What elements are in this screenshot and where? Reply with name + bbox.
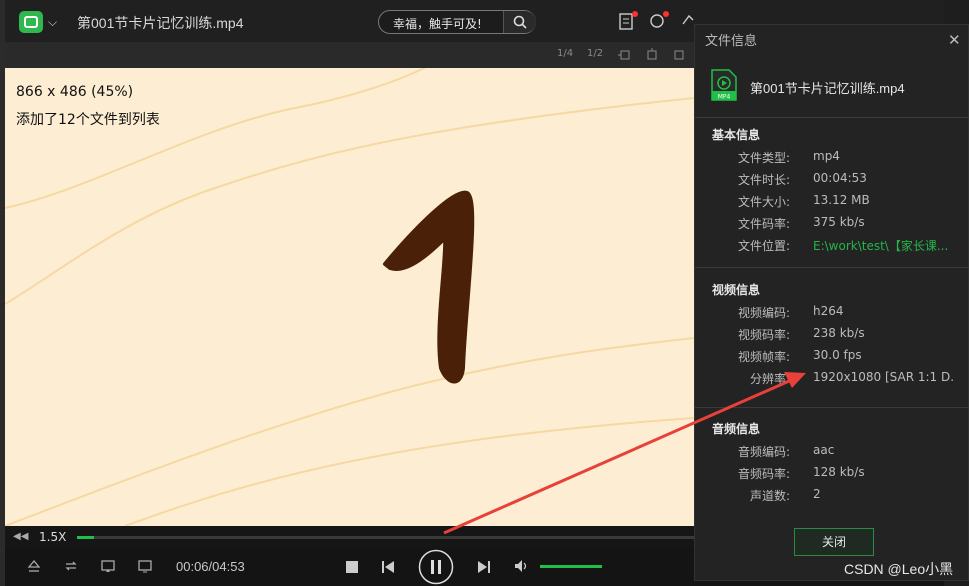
info-row-audio-bitrate: 音频码率: 128 kb/s — [695, 465, 969, 485]
next-icon[interactable] — [477, 560, 491, 574]
info-row-video-bitrate: 视频码率: 238 kb/s — [695, 326, 969, 346]
info-label: 视频编码: — [737, 306, 790, 320]
search-button[interactable] — [503, 11, 536, 33]
pause-icon[interactable] — [418, 549, 454, 585]
info-label: 文件大小: — [737, 195, 790, 209]
rewind-icon[interactable]: ◀◀ — [13, 531, 28, 542]
video-file-icon: MP4 — [711, 69, 737, 101]
info-value: 128 kb/s — [813, 465, 865, 479]
info-label: 文件码率: — [737, 217, 790, 231]
info-row-audio-codec: 音频编码: aac — [695, 443, 969, 463]
app-logo-icon[interactable] — [19, 11, 43, 33]
crop-icon[interactable] — [618, 48, 632, 62]
basic-info-title: 基本信息 — [712, 128, 761, 142]
info-row-location: 文件位置: E:\work\test\【家长课... — [695, 237, 969, 257]
info-row-frame-rate: 视频帧率: 30.0 fps — [695, 348, 969, 368]
info-value: 375 kb/s — [813, 215, 865, 229]
video-info-title: 视频信息 — [712, 283, 761, 297]
info-row-duration: 文件时长: 00:04:53 — [695, 171, 969, 191]
scale-quarter[interactable]: 1/4 — [557, 48, 573, 59]
divider — [695, 117, 969, 118]
osd-message: 添加了12个文件到列表 — [16, 112, 160, 128]
info-label: 视频帧率: — [737, 350, 790, 364]
menu-caret-icon[interactable]: ⌵ — [48, 15, 57, 30]
file-name: 第001节卡片记忆训练.mp4 — [750, 81, 905, 96]
search-icon — [513, 15, 527, 29]
loop-icon[interactable] — [64, 559, 78, 573]
file-location-link[interactable]: E:\work\test\【家长课... — [813, 237, 953, 254]
cast-icon[interactable] — [101, 559, 115, 573]
panel-header: 文件信息 ✕ — [695, 25, 969, 53]
playlist-icon[interactable] — [619, 12, 633, 30]
progress-fill — [77, 536, 95, 539]
info-value: aac — [813, 443, 835, 457]
info-label: 视频码率: — [737, 328, 790, 342]
video-toolbar: 1/4 1/2 — [5, 42, 694, 68]
info-label: 文件位置: — [737, 239, 790, 253]
close-icon[interactable]: ✕ — [948, 31, 961, 49]
speed-label[interactable]: 1.5X — [39, 530, 66, 544]
info-label: 文件类型: — [737, 151, 790, 165]
svg-text:MP4: MP4 — [718, 94, 731, 101]
osd-resolution: 866 x 486 (45%) — [16, 84, 134, 100]
info-label: 音频码率: — [737, 467, 790, 481]
info-value: 2 — [813, 487, 821, 501]
info-row-video-codec: 视频编码: h264 — [695, 304, 969, 324]
info-value: h264 — [813, 304, 844, 318]
eject-icon[interactable] — [27, 559, 41, 573]
stop-icon[interactable] — [345, 560, 359, 574]
previous-icon[interactable] — [381, 560, 395, 574]
info-value: 238 kb/s — [813, 326, 865, 340]
info-value: 30.0 fps — [813, 348, 862, 362]
info-label: 声道数: — [749, 489, 790, 503]
link-icon[interactable] — [681, 12, 695, 30]
info-value: 00:04:53 — [813, 171, 867, 185]
search-input[interactable]: 幸福，触手可及! — [393, 15, 482, 32]
info-row-size: 文件大小: 13.12 MB — [695, 193, 969, 213]
time-display: 00:06/04:53 — [176, 559, 245, 574]
video-frame — [5, 68, 694, 526]
scale-half[interactable]: 1/2 — [587, 48, 603, 59]
video-area[interactable]: 866 x 486 (45%) 添加了12个文件到列表 — [5, 68, 694, 526]
info-row-channels: 声道数: 2 — [695, 487, 969, 507]
close-button[interactable]: 关闭 — [794, 528, 874, 556]
info-label: 分辨率: — [749, 372, 790, 386]
info-value: 13.12 MB — [813, 193, 870, 207]
info-row-resolution: 分辨率: 1920x1080 [SAR 1:1 D... — [695, 370, 969, 390]
volume-icon[interactable] — [514, 559, 530, 573]
info-value: 1920x1080 [SAR 1:1 D... — [813, 370, 953, 384]
audio-info-title: 音频信息 — [712, 422, 761, 436]
control-bar: 00:06/04:53 — [5, 548, 694, 586]
info-value: mp4 — [813, 149, 840, 163]
info-label: 音频编码: — [737, 445, 790, 459]
volume-slider[interactable] — [540, 565, 602, 568]
fit-icon[interactable] — [645, 48, 659, 62]
fullscreen-icon[interactable] — [672, 48, 686, 62]
watermark: CSDN @Leo小黑 — [844, 561, 954, 577]
info-row-file-type: 文件类型: mp4 — [695, 149, 969, 169]
notification-dot — [663, 11, 669, 17]
window-title: 第001节卡片记忆训练.mp4 — [77, 15, 244, 31]
info-row-bitrate: 文件码率: 375 kb/s — [695, 215, 969, 235]
search-box[interactable]: 幸福，触手可及! — [378, 10, 536, 34]
divider — [695, 407, 969, 408]
progress-row: ◀◀ 1.5X — [5, 526, 694, 548]
info-label: 文件时长: — [737, 173, 790, 187]
divider — [695, 267, 969, 268]
progress-track[interactable] — [77, 536, 694, 539]
notification-dot — [632, 11, 638, 17]
file-info-panel: 文件信息 ✕ MP4 第001节卡片记忆训练.mp4 基本信息 文件类型: mp4… — [694, 24, 969, 581]
panel-title: 文件信息 — [705, 34, 758, 49]
screen-icon[interactable] — [138, 559, 152, 573]
